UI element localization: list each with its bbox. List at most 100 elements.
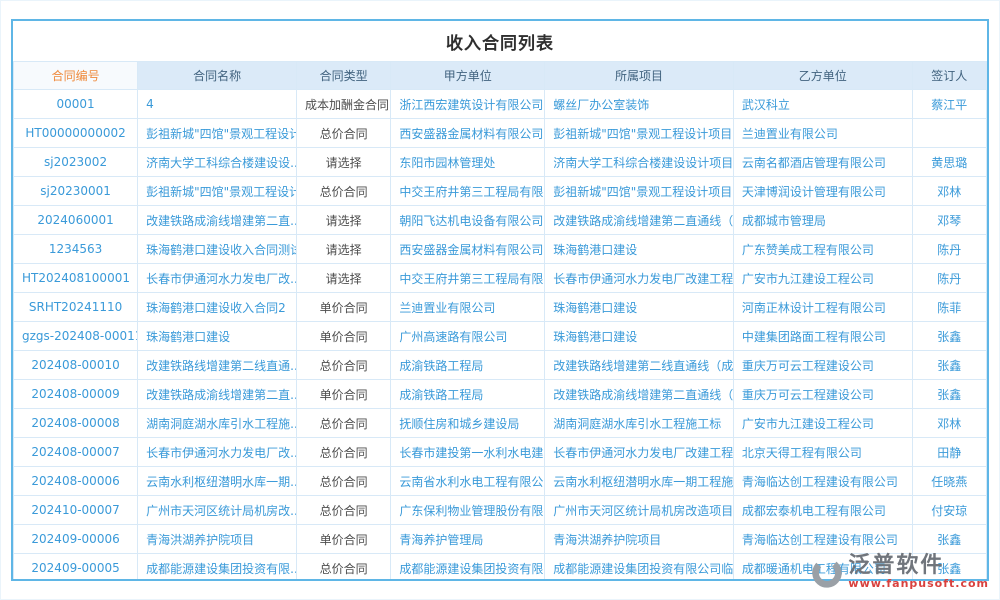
cell-party_b: 河南正林设计工程有限公司	[733, 293, 912, 322]
cell-code[interactable]: 1234563	[14, 235, 138, 264]
cell-name[interactable]: 成都能源建设集团投资有限...	[138, 554, 297, 582]
column-header-project[interactable]: 所属项目	[545, 62, 734, 90]
cell-type: 总价合同	[297, 351, 391, 380]
cell-signer: 付安琼	[912, 496, 986, 525]
cell-code[interactable]: gzgs-202408-00011	[14, 322, 138, 351]
cell-type: 总价合同	[297, 409, 391, 438]
cell-signer: 张鑫	[912, 322, 986, 351]
cell-party_b: 广安市九江建设工程公司	[733, 409, 912, 438]
cell-code[interactable]: 202408-00009	[14, 380, 138, 409]
table-row: 202409-00005成都能源建设集团投资有限...总价合同成都能源建设集团投…	[14, 554, 987, 582]
cell-type: 总价合同	[297, 438, 391, 467]
table-row: 202408-00009改建铁路成渝线增建第二直...单价合同成渝铁路工程局改建…	[14, 380, 987, 409]
table-row: HT00000000002彭祖新城"四馆"景观工程设计...总价合同西安盛器金属…	[14, 119, 987, 148]
cell-signer: 蔡江平	[912, 90, 986, 119]
cell-party_b: 天津博润设计管理有限公司	[733, 177, 912, 206]
cell-type: 单价合同	[297, 525, 391, 554]
cell-type: 总价合同	[297, 554, 391, 582]
cell-name[interactable]: 改建铁路线增建第二线直通...	[138, 351, 297, 380]
cell-code[interactable]: HT00000000002	[14, 119, 138, 148]
cell-party_a: 西安盛器金属材料有限公司	[391, 235, 545, 264]
cell-project: 彭祖新城"四馆"景观工程设计项目	[545, 119, 734, 148]
cell-name[interactable]: 改建铁路成渝线增建第二直...	[138, 206, 297, 235]
table-row: gzgs-202408-00011珠海鹤港口建设单价合同广州高速路有限公司珠海鹤…	[14, 322, 987, 351]
table-header: 合同编号合同名称合同类型甲方单位所属项目乙方单位签订人	[14, 62, 987, 90]
cell-project: 济南大学工科综合楼建设设计项目	[545, 148, 734, 177]
cell-signer: 任晓燕	[912, 467, 986, 496]
cell-name[interactable]: 改建铁路成渝线增建第二直...	[138, 380, 297, 409]
table-row: sj2023002济南大学工科综合楼建设设...请选择东阳市园林管理处济南大学工…	[14, 148, 987, 177]
cell-code[interactable]: 00001	[14, 90, 138, 119]
cell-code[interactable]: 202409-00006	[14, 525, 138, 554]
cell-party_b: 青海临达创工程建设有限公司	[733, 525, 912, 554]
cell-name[interactable]: 广州市天河区统计局机房改...	[138, 496, 297, 525]
cell-party_b: 北京天得工程有限公司	[733, 438, 912, 467]
cell-code[interactable]: 202410-00007	[14, 496, 138, 525]
cell-party_b: 兰迪置业有限公司	[733, 119, 912, 148]
cell-signer: 陈菲	[912, 293, 986, 322]
cell-type: 请选择	[297, 235, 391, 264]
cell-name[interactable]: 珠海鹤港口建设收入合同测试	[138, 235, 297, 264]
cell-project: 改建铁路成渝线增建第二直通线（成...	[545, 380, 734, 409]
cell-name[interactable]: 湖南洞庭湖水库引水工程施...	[138, 409, 297, 438]
cell-code[interactable]: sj20230001	[14, 177, 138, 206]
title-bar: 收入合同列表	[13, 21, 987, 61]
cell-party_a: 青海养护管理局	[391, 525, 545, 554]
cell-code[interactable]: 202408-00006	[14, 467, 138, 496]
cell-code[interactable]: sj2023002	[14, 148, 138, 177]
cell-name[interactable]: 彭祖新城"四馆"景观工程设计...	[138, 177, 297, 206]
cell-code[interactable]: 202408-00010	[14, 351, 138, 380]
cell-code[interactable]: SRHT20241110	[14, 293, 138, 322]
cell-signer: 张鑫	[912, 351, 986, 380]
cell-code[interactable]: 2024060001	[14, 206, 138, 235]
cell-type: 总价合同	[297, 496, 391, 525]
cell-project: 改建铁路成渝线增建第二直通线（成...	[545, 206, 734, 235]
table-row: sj20230001彭祖新城"四馆"景观工程设计...总价合同中交王府井第三工程…	[14, 177, 987, 206]
cell-code[interactable]: 202409-00005	[14, 554, 138, 582]
cell-name[interactable]: 珠海鹤港口建设	[138, 322, 297, 351]
contracts-table: 合同编号合同名称合同类型甲方单位所属项目乙方单位签订人 000014成本加酬金合…	[13, 61, 987, 581]
cell-party_a: 中交王府井第三工程局有限...	[391, 177, 545, 206]
cell-code[interactable]: 202408-00007	[14, 438, 138, 467]
table-row: 202410-00007广州市天河区统计局机房改...总价合同广东保利物业管理股…	[14, 496, 987, 525]
cell-signer: 黄思璐	[912, 148, 986, 177]
cell-project: 彭祖新城"四馆"景观工程设计项目	[545, 177, 734, 206]
contract-list-panel: 收入合同列表 合同编号合同名称合同类型甲方单位所属项目乙方单位签订人 00001…	[11, 19, 989, 581]
cell-project: 珠海鹤港口建设	[545, 293, 734, 322]
cell-name[interactable]: 长春市伊通河水力发电厂改...	[138, 438, 297, 467]
cell-code[interactable]: 202408-00008	[14, 409, 138, 438]
cell-party_b: 青海临达创工程建设有限公司	[733, 467, 912, 496]
cell-signer: 张鑫	[912, 525, 986, 554]
cell-signer: 张鑫	[912, 554, 986, 582]
column-header-party_b[interactable]: 乙方单位	[733, 62, 912, 90]
table-row: 202408-00006云南水利枢纽潜明水库一期...总价合同云南省水利水电工程…	[14, 467, 987, 496]
cell-project: 螺丝厂办公室装饰	[545, 90, 734, 119]
column-header-code[interactable]: 合同编号	[14, 62, 138, 90]
cell-name[interactable]: 珠海鹤港口建设收入合同2	[138, 293, 297, 322]
column-header-name[interactable]: 合同名称	[138, 62, 297, 90]
cell-code[interactable]: HT202408100001	[14, 264, 138, 293]
cell-party_a: 成都能源建设集团投资有限...	[391, 554, 545, 582]
cell-signer	[912, 119, 986, 148]
cell-party_b: 重庆万可云工程建设公司	[733, 380, 912, 409]
cell-name[interactable]: 彭祖新城"四馆"景观工程设计...	[138, 119, 297, 148]
cell-party_b: 云南名都酒店管理有限公司	[733, 148, 912, 177]
table-row: 202408-00007长春市伊通河水力发电厂改...总价合同长春市建投第一水利…	[14, 438, 987, 467]
cell-party_a: 朝阳飞达机电设备有限公司	[391, 206, 545, 235]
cell-name[interactable]: 青海洪湖养护院项目	[138, 525, 297, 554]
cell-project: 成都能源建设集团投资有限公司临时...	[545, 554, 734, 582]
column-header-party_a[interactable]: 甲方单位	[391, 62, 545, 90]
cell-party_b: 成都暖通机电工程有限公司	[733, 554, 912, 582]
table-row: 2024060001改建铁路成渝线增建第二直...请选择朝阳飞达机电设备有限公司…	[14, 206, 987, 235]
column-header-type[interactable]: 合同类型	[297, 62, 391, 90]
cell-name[interactable]: 济南大学工科综合楼建设设...	[138, 148, 297, 177]
cell-name[interactable]: 云南水利枢纽潜明水库一期...	[138, 467, 297, 496]
cell-name[interactable]: 4	[138, 90, 297, 119]
cell-project: 广州市天河区统计局机房改造项目	[545, 496, 734, 525]
cell-party_a: 西安盛器金属材料有限公司	[391, 119, 545, 148]
column-header-signer[interactable]: 签订人	[912, 62, 986, 90]
cell-type: 请选择	[297, 148, 391, 177]
table-row: 202409-00006青海洪湖养护院项目单价合同青海养护管理局青海洪湖养护院项…	[14, 525, 987, 554]
cell-name[interactable]: 长春市伊通河水力发电厂改...	[138, 264, 297, 293]
cell-party_a: 东阳市园林管理处	[391, 148, 545, 177]
